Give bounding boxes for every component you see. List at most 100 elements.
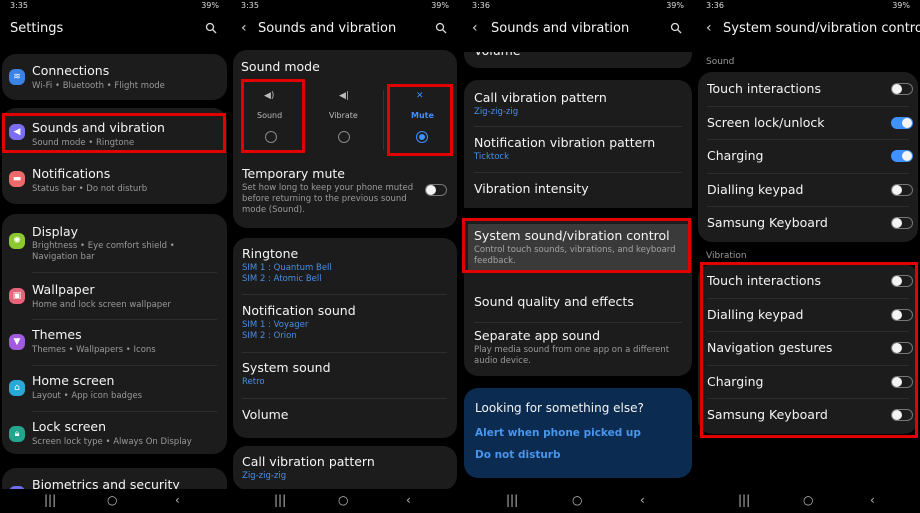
setting-label: Touch interactions <box>707 81 821 96</box>
item-title: Notifications <box>32 166 111 181</box>
setting-toggle[interactable] <box>891 375 913 388</box>
home-button[interactable]: ○ <box>338 493 348 507</box>
connections-card: ≋ Connections Wi-Fi • Bluetooth • Flight… <box>2 54 227 100</box>
item-title: Connections <box>32 63 110 78</box>
temporary-mute-toggle[interactable] <box>425 184 447 196</box>
sounds-and-vibration-scrolled-screen: 3:36 39% ‹ Sounds and vibration Volume C… <box>462 0 694 513</box>
settings-item-themes[interactable]: ▼ Themes Themes • Wallpapers • Icons <box>2 320 227 364</box>
sound-mode-option-vibrate[interactable]: ◀| Vibrate <box>321 90 369 150</box>
battery-level: 39% <box>431 1 449 10</box>
setting-toggle[interactable] <box>891 409 913 422</box>
status-time: 3:36 <box>706 1 724 10</box>
mute-radio[interactable] <box>416 131 428 143</box>
vibration-setting-row[interactable]: Dialling keypad <box>698 298 918 332</box>
back-arrow-icon[interactable]: ‹ <box>472 20 478 36</box>
speaker-icon: ◀) <box>264 91 275 101</box>
sound-setting-row[interactable]: Screen lock/unlock <box>698 106 918 140</box>
setting-toggle[interactable] <box>891 150 913 163</box>
divider <box>242 294 447 295</box>
vibration-setting-row[interactable]: Samsung Keyboard <box>698 398 918 432</box>
sound-setting-row[interactable]: Dialling keypad <box>698 173 918 207</box>
settings-item-display[interactable]: ✺ Display Brightness • Eye comfort shiel… <box>2 214 227 270</box>
home-button[interactable]: ○ <box>572 493 582 507</box>
status-time: 3:36 <box>472 1 490 10</box>
battery-level: 39% <box>892 1 910 10</box>
notification-sound-item[interactable]: Notification sound SIM 1 : Voyager SIM 2… <box>233 296 457 352</box>
mute-icon: ✕ <box>416 91 424 101</box>
settings-item-notifications[interactable]: ▬ Notifications Status bar • Do not dist… <box>2 158 227 204</box>
sound-mode-option-mute[interactable]: ✕ Mute <box>397 90 445 150</box>
vibration-intensity-item[interactable]: Vibration intensity <box>464 174 692 210</box>
item-value: SIM 1 : Voyager <box>242 320 309 330</box>
setting-toggle[interactable] <box>891 183 913 196</box>
setting-toggle[interactable] <box>891 116 913 129</box>
home-button[interactable]: ○ <box>107 493 117 507</box>
item-title: Notification vibration pattern <box>474 135 656 150</box>
sound-quality-effects-item[interactable]: Sound quality and effects <box>464 284 692 322</box>
page-title: Settings <box>10 21 64 36</box>
temporary-mute-item[interactable]: Temporary mute Set how long to keep your… <box>233 164 457 224</box>
item-value: Ticktock <box>474 152 510 162</box>
item-subtitle: Screen lock type • Always On Display <box>32 437 192 447</box>
settings-item-wallpaper[interactable]: ▣ Wallpaper Home and lock screen wallpap… <box>2 274 227 318</box>
sound-radio[interactable] <box>265 131 277 143</box>
back-button[interactable]: ‹ <box>870 493 875 507</box>
setting-toggle[interactable] <box>891 342 913 355</box>
separate-app-sound-item[interactable]: Separate app sound Play media sound from… <box>464 324 692 374</box>
back-arrow-icon[interactable]: ‹ <box>241 20 247 36</box>
sound-section-label: Sound <box>706 57 735 67</box>
vibration-setting-row[interactable]: Navigation gestures <box>698 331 918 365</box>
search-icon[interactable] <box>670 22 682 34</box>
settings-item-home-screen[interactable]: ⌂ Home screen Layout • App icon badges <box>2 366 227 410</box>
recents-button[interactable]: ||| <box>738 493 750 507</box>
alert-when-picked-up-link[interactable]: Alert when phone picked up <box>475 427 641 439</box>
recents-button[interactable]: ||| <box>506 493 518 507</box>
notification-vibration-pattern-item[interactable]: Notification vibration pattern Ticktock <box>464 128 692 172</box>
sound-mode-option-sound[interactable]: ◀) Sound <box>247 90 295 150</box>
ringtone-item[interactable]: Ringtone SIM 1 : Quantum Bell SIM 2 : At… <box>233 238 457 292</box>
vibration-setting-row[interactable]: Touch interactions <box>698 264 918 298</box>
divider <box>32 272 217 273</box>
item-value: SIM 1 : Quantum Bell <box>242 263 332 273</box>
back-button[interactable]: ‹ <box>406 493 411 507</box>
settings-item-lock-screen[interactable]: 🔒︎ Lock screen Screen lock type • Always… <box>2 412 227 456</box>
setting-toggle[interactable] <box>891 275 913 287</box>
ringtone-card: Ringtone SIM 1 : Quantum Bell SIM 2 : At… <box>233 238 457 438</box>
settings-item-sounds[interactable]: ◀ Sounds and vibration Sound mode • Ring… <box>2 108 227 154</box>
status-bar: 3:35 39% <box>0 0 229 12</box>
item-title: Separate app sound <box>474 328 601 343</box>
do-not-disturb-link[interactable]: Do not disturb <box>475 449 561 461</box>
recents-button[interactable]: ||| <box>44 493 56 507</box>
sound-setting-row[interactable]: Charging <box>698 139 918 173</box>
sound-setting-row[interactable]: Samsung Keyboard <box>698 206 918 240</box>
search-icon[interactable] <box>205 22 217 34</box>
setting-toggle[interactable] <box>891 217 913 230</box>
recents-button[interactable]: ||| <box>274 493 286 507</box>
call-vibration-pattern-item[interactable]: Call vibration pattern Zig-zig-zig <box>233 446 457 490</box>
navigation-bar: ||| ○ ‹ <box>696 489 920 513</box>
item-title: Volume <box>242 407 289 422</box>
volume-item[interactable]: Volume <box>233 400 457 436</box>
option-label: Mute <box>411 111 434 120</box>
back-button[interactable]: ‹ <box>175 493 180 507</box>
setting-toggle[interactable] <box>891 308 913 321</box>
system-sound-item[interactable]: System sound Retro <box>233 354 457 398</box>
display-card: ✺ Display Brightness • Eye comfort shiel… <box>2 214 227 454</box>
system-sound-vibration-control-item[interactable]: System sound/vibration control Control t… <box>464 222 692 272</box>
call-vibration-pattern-item[interactable]: Call vibration pattern Zig-zig-zig <box>464 80 692 126</box>
sound-mode-card: Sound mode ◀) Sound ◀| Vibrate ✕ Mute Te… <box>233 50 457 228</box>
item-title: Themes <box>32 327 82 342</box>
theme-icon: ▼ <box>9 334 25 350</box>
search-icon[interactable] <box>435 22 447 34</box>
vibration-setting-row[interactable]: Charging <box>698 365 918 399</box>
home-button[interactable]: ○ <box>803 493 813 507</box>
divider <box>383 90 384 150</box>
sound-setting-row[interactable]: Touch interactions <box>698 72 918 106</box>
settings-item-connections[interactable]: ≋ Connections Wi-Fi • Bluetooth • Flight… <box>2 54 227 100</box>
item-title: Ringtone <box>242 246 299 261</box>
status-bar: 3:35 39% <box>231 0 459 12</box>
vibrate-radio[interactable] <box>338 131 350 143</box>
back-arrow-icon[interactable]: ‹ <box>706 20 712 36</box>
setting-toggle[interactable] <box>891 83 913 95</box>
back-button[interactable]: ‹ <box>640 493 645 507</box>
